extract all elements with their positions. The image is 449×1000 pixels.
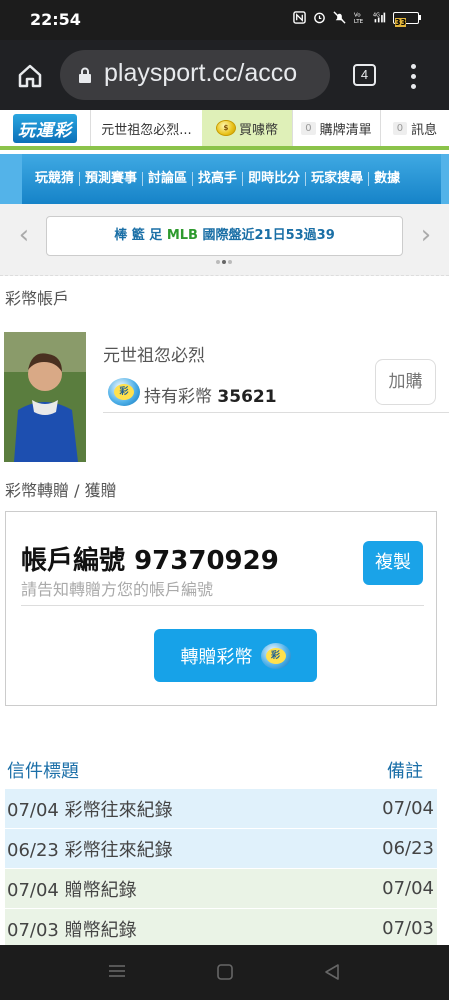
avatar	[4, 332, 86, 462]
table-row[interactable]: 07/04 彩幣往來紀錄 07/04	[5, 789, 437, 829]
carousel-dots	[216, 260, 232, 264]
mail-table: 07/04 彩幣往來紀錄 07/04 06/23 彩幣往來紀錄 06/23 07/0…	[5, 789, 437, 949]
buy-coins-label: 買噱幣	[238, 122, 278, 138]
site-logo[interactable]: 玩運彩	[0, 110, 90, 146]
divider	[21, 605, 424, 606]
account-name: 元世祖忽必烈	[103, 346, 205, 366]
account-number-hint: 請告知轉贈方您的帳戶編號	[21, 580, 214, 599]
home-icon[interactable]	[16, 62, 44, 90]
browser-toolbar: playsport.cc/acco 4	[0, 40, 449, 110]
nav-items: 玩競猜 預測賽事 討論區 找高手 即時比分 玩家搜尋 數據	[30, 154, 405, 204]
coin-balance: 持有彩幣 35621	[144, 387, 277, 407]
nav-item-experts[interactable]: 找高手	[193, 172, 244, 186]
url-text: playsport.cc/acco	[104, 59, 298, 87]
promo-ticker: ‹ 棒 籃 足 MLB 國際盤近21日53過39 ›	[0, 204, 449, 276]
main-nav: 玩競猜 預測賽事 討論區 找高手 即時比分 玩家搜尋 數據	[0, 154, 449, 204]
cart-count: 0	[301, 121, 316, 135]
message-count: 0	[392, 121, 408, 135]
status-icons: Vo LTE 4G 33	[293, 11, 421, 27]
nav-item-live-score[interactable]: 即時比分	[243, 172, 307, 186]
tab-switcher-button[interactable]: 4	[353, 64, 376, 86]
nav-item-forum[interactable]: 討論區	[143, 172, 194, 186]
gift-section-title: 彩幣轉贈 / 獲贈	[5, 481, 117, 500]
home-nav-icon[interactable]	[216, 963, 234, 981]
gift-panel: 帳戶編號 97370929 請告知轉贈方您的帳戶編號 複製 轉贈彩幣 彩	[5, 511, 437, 706]
nav-item-guess[interactable]: 玩競猜	[30, 172, 81, 186]
svg-text:Vo: Vo	[354, 13, 361, 19]
chevron-left-icon[interactable]: ‹	[12, 220, 36, 250]
nav-item-data[interactable]: 數據	[369, 172, 405, 186]
header-username[interactable]: 元世祖忽必烈...	[90, 110, 202, 146]
coin-icon: $	[215, 120, 236, 136]
account-section-title: 彩幣帳戶	[5, 289, 70, 308]
system-nav-bar	[0, 945, 449, 1000]
volte-icon: VoLTE	[354, 13, 364, 24]
lottery-coin-icon: 彩	[108, 378, 140, 406]
status-bar: 22:54 Vo LTE 4G 33	[0, 0, 449, 40]
nav-item-player-search[interactable]: 玩家搜尋	[306, 172, 370, 186]
status-time: 22:54	[30, 10, 81, 29]
battery-icon: 33	[393, 11, 421, 27]
messages-link[interactable]: 0 訊息	[380, 110, 449, 146]
coin-balance-value: 35621	[217, 387, 277, 407]
lock-icon	[79, 67, 91, 83]
messages-label: 訊息	[411, 122, 438, 138]
site-header: 玩運彩 元世祖忽必烈... $ 買噱幣 0 購牌清單 0 訊息	[0, 110, 449, 150]
table-row[interactable]: 07/03 贈幣紀錄 07/03	[5, 909, 437, 949]
mute-icon	[333, 11, 346, 24]
ticker-banner[interactable]: 棒 籃 足 MLB 國際盤近21日53過39	[46, 216, 403, 256]
cart-link[interactable]: 0 購牌清單	[292, 110, 380, 146]
account-number: 帳戶編號 97370929	[21, 546, 279, 576]
chevron-right-icon[interactable]: ›	[414, 220, 438, 250]
copy-button[interactable]: 複製	[363, 541, 423, 585]
transfer-coins-button[interactable]: 轉贈彩幣 彩	[154, 629, 317, 682]
col-header-note: 備註	[387, 761, 423, 782]
svg-text:LTE: LTE	[354, 19, 364, 24]
transfer-coins-label: 轉贈彩幣	[180, 646, 253, 668]
mail-table-header: 信件標題 備註	[5, 757, 437, 787]
nav-scroll-right[interactable]	[441, 154, 449, 204]
alarm-icon	[314, 12, 325, 24]
nfc-icon	[293, 11, 306, 24]
lottery-coin-icon: 彩	[260, 642, 291, 669]
recents-icon[interactable]	[108, 963, 126, 979]
divider	[103, 412, 449, 413]
signal-icon: 4G	[373, 12, 386, 23]
overflow-menu-icon[interactable]	[405, 62, 421, 90]
nav-scroll-left[interactable]	[0, 154, 22, 204]
nav-item-predict[interactable]: 預測賽事	[80, 172, 144, 186]
address-bar[interactable]: playsport.cc/acco	[60, 50, 330, 100]
table-row[interactable]: 07/04 贈幣紀錄 07/04	[5, 869, 437, 909]
cart-label: 購牌清單	[319, 122, 372, 138]
buy-coins-button[interactable]: $ 買噱幣	[202, 110, 292, 146]
add-purchase-button[interactable]: 加購	[375, 359, 436, 405]
table-row[interactable]: 06/23 彩幣往來紀錄 06/23	[5, 829, 437, 869]
col-header-title: 信件標題	[7, 761, 79, 782]
back-icon[interactable]	[324, 963, 340, 981]
